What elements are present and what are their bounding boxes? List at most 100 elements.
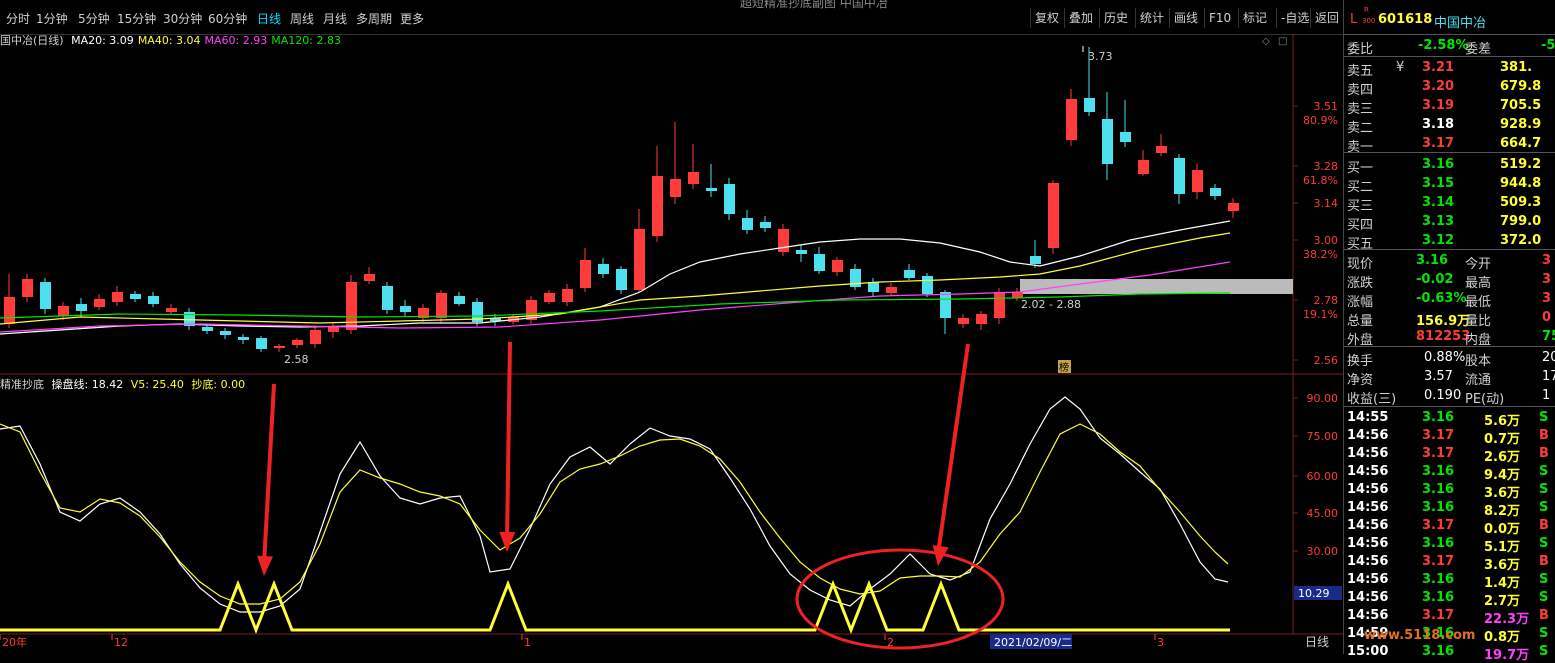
time-tick: 12 — [114, 636, 128, 649]
price-axis-label: 3.14 — [1314, 197, 1339, 210]
tick-price: 3.16 — [1422, 590, 1455, 605]
candlestick — [904, 264, 915, 280]
candlestick — [688, 144, 699, 189]
tick-row: 14:56 3.16 5.1万 S — [1344, 534, 1555, 555]
toolbar-btn-6[interactable]: 标记 — [1238, 8, 1271, 28]
toolbar-btn-3[interactable]: 统计 — [1135, 8, 1168, 28]
period-tab-7[interactable]: 周线 — [290, 10, 314, 27]
candlestick — [526, 296, 537, 324]
price-axis-label: 3.28 — [1314, 160, 1339, 173]
operating-line — [0, 396, 1229, 613]
stat2-value2: 17 — [1542, 369, 1555, 384]
stat2-value2: 20 — [1542, 350, 1555, 365]
candlestick — [1228, 198, 1239, 218]
ask-price: 3.21 — [1422, 60, 1455, 75]
tick-bs: S — [1539, 644, 1549, 659]
weibi-label: 委比 — [1347, 42, 1374, 57]
tick-price: 3.17 — [1422, 518, 1455, 533]
candlestick — [976, 311, 987, 330]
time-tick: 1 — [524, 636, 531, 649]
bid-price: 3.15 — [1422, 176, 1455, 191]
stat-row: 现价 3.16 今开 3 — [1344, 251, 1555, 272]
tick-time: 14:56 — [1347, 500, 1389, 515]
sub-axis-label: 90.00 — [1307, 392, 1339, 405]
stat-row: 总量 156.9万 量比 0 — [1344, 308, 1555, 329]
yuan-mark: ¥ — [1396, 60, 1405, 75]
bid-price: 3.14 — [1422, 195, 1455, 210]
candlestick — [562, 284, 573, 306]
candlestick — [1174, 154, 1185, 204]
stat2-value: 0.190 — [1424, 388, 1462, 403]
period-tab-5[interactable]: 60分钟 — [208, 10, 247, 27]
stock-code[interactable]: 601618 — [1378, 12, 1432, 27]
ask-row: 卖一 3.17 664.7 — [1344, 134, 1555, 155]
badge-r: R — [1364, 6, 1369, 14]
price-axis-label: 2.56 — [1314, 354, 1339, 367]
period-tab-10[interactable]: 更多 — [400, 10, 424, 27]
price-pct-label: 61.8% — [1303, 174, 1338, 187]
candlestick — [274, 344, 285, 352]
candlestick — [796, 245, 807, 262]
stat-value2: 756 — [1542, 329, 1555, 344]
tick-time: 14:55 — [1347, 410, 1389, 425]
annotation-arrow — [257, 383, 276, 576]
sub-line1: 操盘线: 18.42 — [51, 378, 124, 391]
toolbar-btn-4[interactable]: 画线 — [1169, 8, 1202, 28]
chart-area[interactable]: 3.51 80.9% 3.28 61.8% 3.14 3.00 38.2% 2.78 19.1%… — [0, 34, 1343, 654]
period-tab-3[interactable]: 15分钟 — [117, 10, 156, 27]
bid-row: 买一 3.16 519.2 — [1344, 155, 1555, 176]
candlestick — [616, 266, 627, 294]
divider — [1344, 249, 1555, 250]
stat-row: 外盘812253内盘756 — [1344, 327, 1555, 348]
period-tab-2[interactable]: 5分钟 — [78, 10, 110, 27]
diamond-icon[interactable]: ◇ — [1262, 36, 1270, 47]
candlestick — [40, 278, 51, 314]
candlestick — [1156, 134, 1167, 156]
tick-time: 14:56 — [1347, 608, 1389, 623]
toolbar-btn-2[interactable]: 历史 — [1099, 8, 1132, 28]
ask-vol: 381. — [1500, 60, 1533, 75]
bid-row: 买五 3.12 372.0 — [1344, 231, 1555, 252]
bid-row: 买二 3.15 944.8 — [1344, 174, 1555, 195]
tick-price: 3.16 — [1422, 482, 1455, 497]
toolbar-btn-7[interactable]: -自选 — [1276, 8, 1313, 28]
candlestick — [130, 291, 141, 302]
stat2-value: 3.57 — [1424, 369, 1453, 384]
period-tab-0[interactable]: 分时 — [6, 10, 30, 27]
tick-price: 3.16 — [1422, 644, 1455, 659]
candlestick — [742, 210, 753, 234]
box-icon[interactable]: □ — [1278, 36, 1287, 47]
period-tab-8[interactable]: 月线 — [323, 10, 347, 27]
candlestick — [58, 302, 69, 320]
period-tab-4[interactable]: 30分钟 — [163, 10, 202, 27]
sub-axis-label: 45.00 — [1307, 507, 1339, 520]
stat-row: 涨幅 -0.63% 最低 3 — [1344, 289, 1555, 310]
candlestick — [472, 298, 483, 326]
period-tab-9[interactable]: 多周期 — [356, 10, 392, 27]
candlestick — [1120, 100, 1131, 147]
toolbar-btn-1[interactable]: 叠加 — [1064, 8, 1097, 28]
toolbar-btn-5[interactable]: F10 — [1204, 8, 1235, 28]
candlestick — [832, 257, 843, 276]
period-tab-6[interactable]: 日线 — [257, 10, 281, 27]
period-tab-1[interactable]: 1分钟 — [36, 10, 68, 27]
candlestick — [166, 304, 177, 315]
divider — [1344, 346, 1555, 347]
tick-time: 14:56 — [1347, 536, 1389, 551]
toolbar-btn-8[interactable]: 返回 — [1310, 8, 1343, 28]
bid-price: 3.16 — [1422, 157, 1455, 172]
stock-name[interactable]: 中国中冶 — [1434, 12, 1486, 31]
tick-price: 3.17 — [1422, 446, 1455, 461]
divider — [1344, 56, 1555, 57]
kline-chart[interactable]: 3.5180.9% 3.2861.8% 3.14 3.0038.2% 2.7819.1%… — [0, 34, 1343, 654]
sub-axis-label: 60.00 — [1307, 470, 1339, 483]
toolbar-btn-0[interactable]: 复权 — [1030, 8, 1063, 28]
period-button[interactable]: 日线 — [1305, 635, 1329, 649]
candlestick — [148, 292, 159, 307]
board-badge[interactable]: 榜 — [1059, 361, 1069, 374]
ask-vol: 705.5 — [1500, 98, 1542, 113]
ma-legend-0: MA20: 3.09 — [71, 34, 134, 47]
candlestick — [850, 264, 861, 290]
price-axis-label: 3.51 — [1314, 100, 1339, 113]
bid-vol: 519.2 — [1500, 157, 1542, 172]
